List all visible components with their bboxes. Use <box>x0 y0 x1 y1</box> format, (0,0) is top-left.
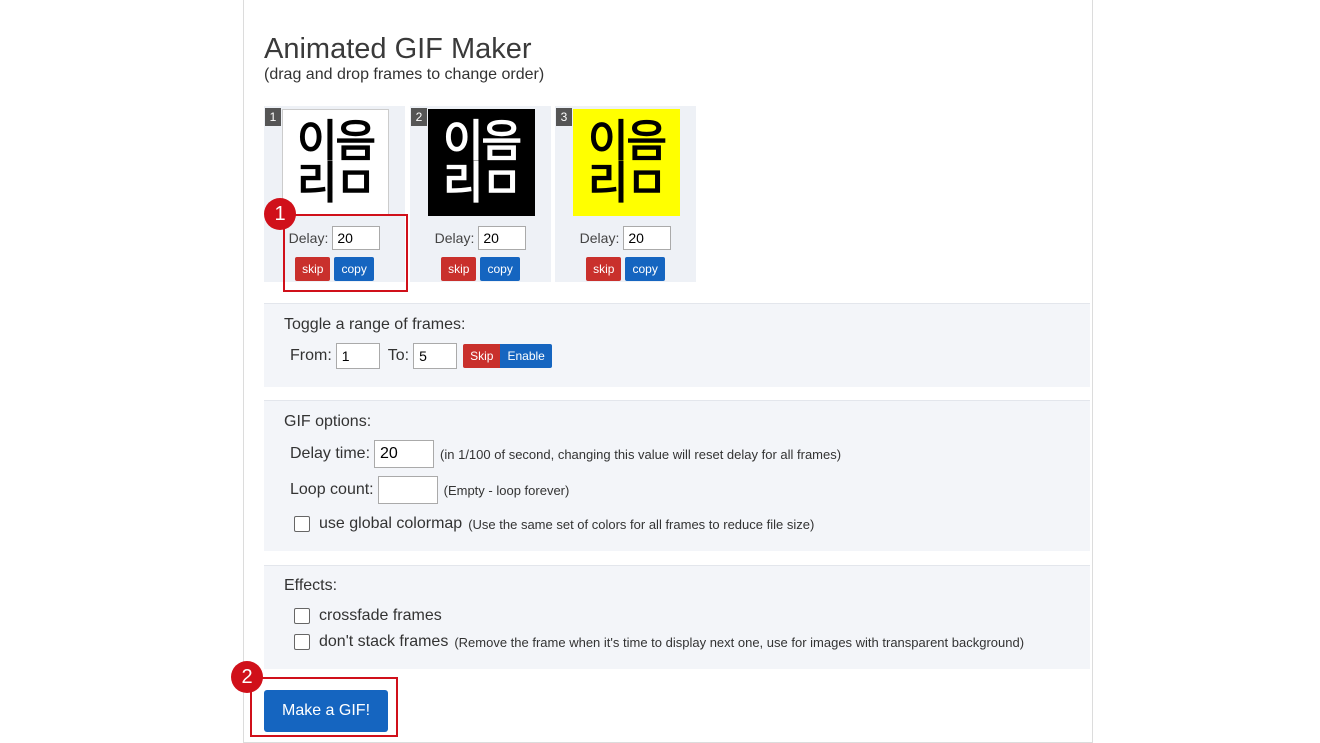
to-label: To: <box>387 347 410 364</box>
gif-options-section: GIF options: Delay time: (in 1/100 of se… <box>264 400 1090 551</box>
gif-options-title: GIF options: <box>284 413 372 430</box>
delay-label: Delay: <box>434 230 475 246</box>
thumbnail-glyph-bottom: 리ㅁ <box>588 157 667 209</box>
delay-time-label: Delay time: <box>290 445 371 462</box>
highlight-box-frame-controls <box>283 214 408 292</box>
page-subtitle: (drag and drop frames to change order) <box>264 66 545 83</box>
range-from-input[interactable] <box>335 343 380 369</box>
range-enable-button[interactable]: Enable <box>500 344 552 368</box>
frame-thumbnail[interactable]: 이음 리ㅁ <box>573 109 680 216</box>
frame-skip-button[interactable]: skip <box>441 257 477 281</box>
frame-thumbnail[interactable]: 이음 리ㅁ <box>282 109 389 216</box>
step-marker-2: 2 <box>231 661 263 693</box>
frame-thumbnail[interactable]: 이음 리ㅁ <box>428 109 535 216</box>
frame-button-row: skip copy <box>555 257 696 281</box>
frame-card-2[interactable]: 2 이음 리ㅁ Delay: skip copy <box>410 106 551 282</box>
crossfade-label[interactable]: crossfade frames <box>319 607 442 625</box>
toggle-range-title: Toggle a range of frames: <box>284 316 466 333</box>
highlight-box-make-gif <box>250 677 398 737</box>
crossfade-row: crossfade frames <box>294 607 442 625</box>
toggle-range-row: From: To: Skip Enable <box>290 343 552 369</box>
nostack-row: don't stack frames (Remove the frame whe… <box>294 633 1024 651</box>
thumbnail-glyph-top: 이음 <box>588 115 667 167</box>
nostack-label[interactable]: don't stack frames <box>319 633 448 651</box>
thumbnail-glyph-bottom: 리ㅁ <box>297 157 376 209</box>
frame-delay-input[interactable] <box>623 226 672 250</box>
effects-section: Effects: crossfade frames don't stack fr… <box>264 565 1090 669</box>
colormap-checkbox[interactable] <box>294 516 310 532</box>
thumbnail-glyph-top: 이음 <box>297 115 376 167</box>
thumbnail-glyph-top: 이음 <box>443 115 522 167</box>
colormap-hint: (Use the same set of colors for all fram… <box>468 516 815 532</box>
frame-number: 3 <box>556 108 572 126</box>
frame-number: 2 <box>411 108 427 126</box>
frame-copy-button[interactable]: copy <box>625 257 665 281</box>
frame-delay-input[interactable] <box>478 226 527 250</box>
from-label: From: <box>290 347 332 364</box>
crossfade-checkbox[interactable] <box>294 608 310 624</box>
colormap-label[interactable]: use global colormap <box>319 515 462 533</box>
nostack-checkbox[interactable] <box>294 634 310 650</box>
frame-number: 1 <box>265 108 281 126</box>
delay-label: Delay: <box>579 230 620 246</box>
range-skip-button[interactable]: Skip <box>463 344 501 368</box>
frame-copy-button[interactable]: copy <box>480 257 520 281</box>
page-title: Animated GIF Maker <box>264 33 532 66</box>
effects-title: Effects: <box>284 577 338 594</box>
colormap-row: use global colormap (Use the same set of… <box>294 515 814 533</box>
delay-time-hint: (in 1/100 of second, changing this value… <box>440 446 842 462</box>
loop-count-label: Loop count: <box>290 481 374 498</box>
delay-time-row: Delay time: (in 1/100 of second, changin… <box>290 440 841 468</box>
frame-card-3[interactable]: 3 이음 리ㅁ Delay: skip copy <box>555 106 696 282</box>
thumbnail-glyph-bottom: 리ㅁ <box>443 157 522 209</box>
loop-count-hint: (Empty - loop forever) <box>443 482 570 498</box>
loop-count-input[interactable] <box>377 476 438 504</box>
frame-delay-row: Delay: <box>555 226 696 250</box>
nostack-hint: (Remove the frame when it's time to disp… <box>454 634 1025 650</box>
frame-button-row: skip copy <box>410 257 551 281</box>
range-to-input[interactable] <box>413 343 458 369</box>
loop-count-row: Loop count: (Empty - loop forever) <box>290 476 569 504</box>
toggle-range-section: Toggle a range of frames: From: To: Skip… <box>264 303 1090 387</box>
frame-skip-button[interactable]: skip <box>586 257 622 281</box>
delay-time-input[interactable] <box>374 440 435 468</box>
step-marker-1: 1 <box>264 198 296 230</box>
frame-delay-row: Delay: <box>410 226 551 250</box>
